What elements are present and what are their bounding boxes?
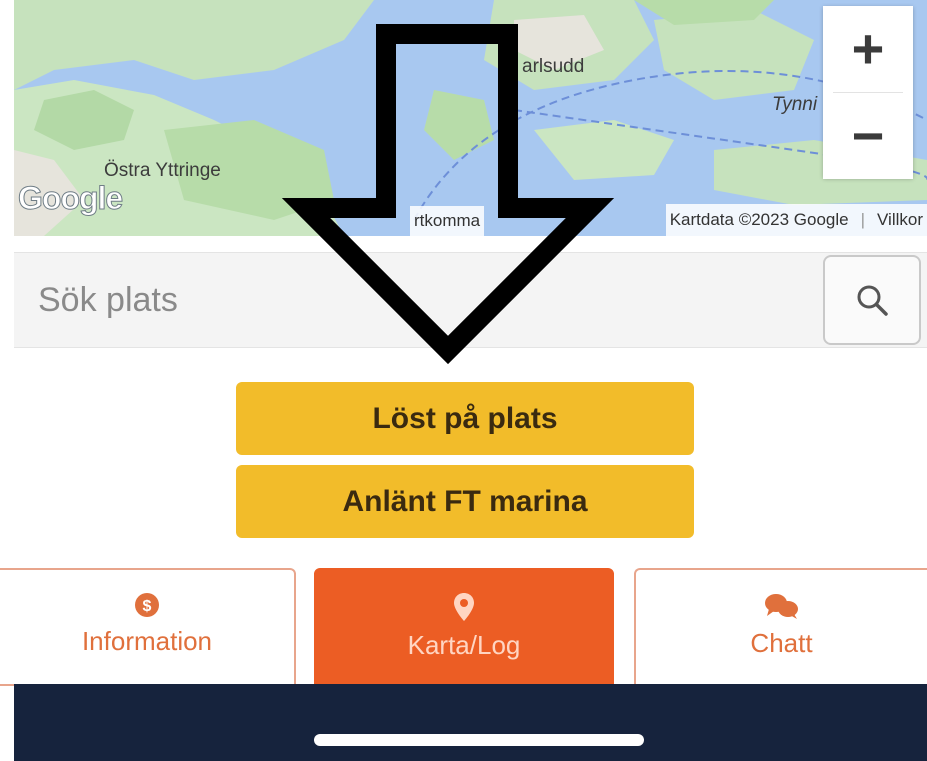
- zoom-in-button[interactable]: +: [823, 6, 913, 92]
- svg-text:$: $: [143, 598, 152, 615]
- tab-label: Chatt: [750, 628, 813, 658]
- tab-label: Karta/Log: [407, 630, 521, 660]
- search-icon: [857, 285, 888, 316]
- search-bar: [14, 252, 927, 348]
- search-input[interactable]: [14, 253, 814, 347]
- map-place-label: Östra Yttringe: [104, 160, 221, 181]
- system-nav-bar: [14, 684, 927, 761]
- tab-information[interactable]: $ Information: [0, 568, 296, 686]
- tab-map-log[interactable]: Karta/Log: [314, 568, 614, 686]
- tab-chat[interactable]: Chatt: [634, 568, 927, 686]
- map-attribution: Kartdata ©2023 Google | Villkor: [665, 204, 927, 236]
- zoom-control: + −: [823, 6, 913, 179]
- arrived-marina-button[interactable]: Anlänt FT marina: [236, 465, 694, 538]
- info-icon: $: [135, 593, 159, 617]
- chat-icon: [764, 594, 798, 619]
- map-pin-icon: [454, 593, 474, 621]
- tab-label: Information: [81, 626, 213, 656]
- map-tiles: [14, 0, 927, 236]
- keyboard-shortcuts-link[interactable]: rtkomma: [410, 206, 485, 236]
- map-data-credit[interactable]: Kartdata ©2023 Google: [670, 210, 849, 230]
- home-indicator[interactable]: [314, 734, 644, 746]
- map-view[interactable]: arlsudd Tynni Östra Yttringe Google rtko…: [14, 0, 927, 236]
- map-place-label: Tynni: [772, 94, 818, 115]
- google-logo: Google: [17, 180, 123, 217]
- terms-link[interactable]: Villkor: [877, 210, 923, 230]
- resolved-on-site-button[interactable]: Löst på plats: [236, 382, 694, 455]
- search-button[interactable]: [823, 255, 921, 345]
- zoom-out-button[interactable]: −: [823, 93, 913, 179]
- map-place-label: arlsudd: [522, 56, 585, 77]
